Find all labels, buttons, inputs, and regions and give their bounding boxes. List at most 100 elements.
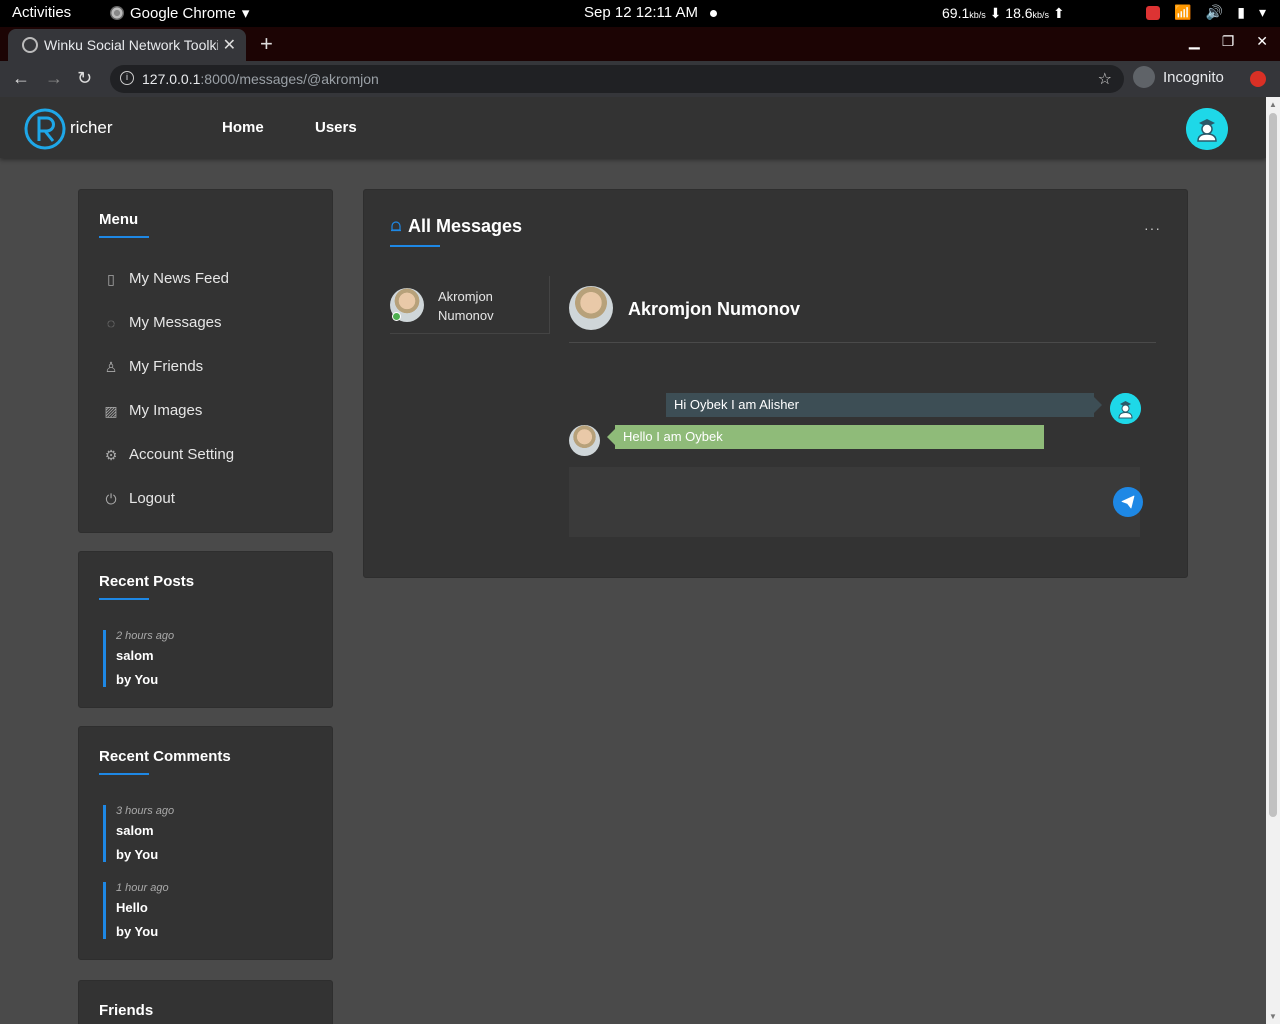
bell-icon (391, 221, 401, 232)
comment-time: 1 hour ago (116, 882, 169, 894)
site-info-icon[interactable]: i (120, 71, 134, 85)
download-unit: kb/s (969, 10, 986, 20)
menu-item-images[interactable]: ▨ My Images (103, 402, 202, 419)
clipboard-icon: ▯ (107, 270, 115, 287)
system-menu-caret-icon[interactable]: ▾ (1259, 4, 1266, 21)
power-icon: ⏻ (105, 490, 117, 507)
battery-icon: ▮ (1237, 4, 1245, 20)
site-header: richer Home Users (0, 97, 1266, 158)
conversation-item[interactable]: Akromjon Numonov (390, 276, 550, 334)
upload-unit: kb/s (1032, 10, 1050, 20)
recent-post-item[interactable]: 2 hours ago salom by You (103, 630, 283, 687)
friends-widget: Friends (78, 980, 333, 1024)
wifi-icon: 📶 (1174, 4, 1192, 20)
incognito-indicator[interactable]: Incognito (1133, 66, 1224, 88)
comment-title[interactable]: Hello (116, 900, 283, 915)
incoming-message: Hello I am Oybek (607, 425, 1044, 449)
incognito-icon (1133, 66, 1155, 88)
back-icon[interactable]: ← (12, 68, 30, 89)
minimize-icon[interactable]: ▁ (1189, 33, 1200, 50)
incognito-label: Incognito (1163, 68, 1224, 86)
tab-strip: Winku Social Network Toolkit ✕ + ▁ ❐ ✕ (0, 27, 1280, 61)
app-menu-label: Google Chrome (130, 4, 236, 22)
scrollbar-thumb[interactable] (1269, 113, 1277, 817)
menu-item-news-feed[interactable]: ▯ My News Feed (103, 270, 229, 287)
title-underline (99, 598, 149, 600)
partner-avatar (569, 425, 600, 456)
comment-title[interactable]: salom (116, 823, 283, 838)
tab-title: Winku Social Network Toolkit (44, 37, 218, 53)
message-input[interactable] (569, 467, 1140, 537)
upload-speed: 18.6 (1005, 5, 1033, 21)
os-top-bar: Activities Google Chrome ▾ Sep 12 12:11 … (0, 0, 1280, 27)
chrome-icon (110, 6, 124, 20)
tab-close-icon[interactable]: ✕ (223, 35, 236, 55)
extension-icon[interactable] (1250, 71, 1266, 87)
scroll-down-icon[interactable]: ▼ (1269, 1012, 1277, 1021)
nav-home[interactable]: Home (222, 119, 264, 136)
tray-app-icon[interactable] (1146, 5, 1161, 20)
volume-icon: 🔊 (1205, 4, 1224, 20)
messages-panel: All Messages ··· Akromjon Numonov Akromj… (363, 189, 1188, 578)
chat-icon: ◌ (106, 314, 116, 331)
menu-item-label: My Friends (129, 358, 204, 375)
url-text[interactable]: 127.0.0.1:8000/messages/@akromjon (142, 71, 379, 87)
more-options-icon[interactable]: ··· (1144, 220, 1161, 236)
system-tray[interactable]: 📶 🔊 ▮ ▾ (1146, 4, 1266, 21)
nav-users[interactable]: Users (315, 119, 357, 136)
recent-comment-item[interactable]: 3 hours ago salom by You (103, 805, 283, 862)
activities-button[interactable]: Activities (12, 4, 71, 21)
network-speed: 69.1kb/s ⬇ 18.6kb/s ⬆ (942, 5, 1065, 22)
restore-icon[interactable]: ❐ (1222, 33, 1235, 50)
recent-comment-item[interactable]: 1 hour ago Hello by You (103, 882, 283, 939)
url-path: :8000/messages/@akromjon (200, 71, 379, 87)
title-underline (390, 245, 440, 247)
url-host: 127.0.0.1 (142, 71, 201, 87)
browser-tab[interactable]: Winku Social Network Toolkit ✕ (8, 29, 246, 61)
menu-item-label: My News Feed (129, 270, 230, 287)
user-avatar[interactable] (1186, 108, 1228, 150)
menu-widget: Menu ▯ My News Feed ◌ My Messages ♙ My F… (78, 189, 333, 533)
send-button[interactable] (1113, 487, 1143, 517)
menu-item-label: Account Setting (129, 446, 235, 463)
upload-arrow-icon: ⬆ (1052, 5, 1065, 21)
clock[interactable]: Sep 12 12:11 AM (584, 4, 698, 21)
web-page: richer Home Users Menu ▯ My News Feed ◌ … (0, 97, 1266, 1024)
menu-item-friends[interactable]: ♙ My Friends (103, 358, 203, 375)
my-avatar (1110, 393, 1141, 424)
chat-partner-name: Akromjon Numonov (628, 299, 801, 319)
paper-plane-icon (1121, 495, 1135, 509)
gear-icon: ⚙ (104, 446, 118, 463)
brand-logo-icon[interactable] (24, 108, 66, 150)
comment-author: by You (116, 924, 159, 939)
post-time: 2 hours ago (116, 630, 175, 642)
menu-item-label: Logout (129, 490, 175, 507)
menu-title: Menu (99, 211, 139, 228)
messages-title: All Messages (408, 216, 523, 236)
chat-partner-avatar (569, 286, 613, 330)
comment-author: by You (116, 847, 159, 862)
scroll-up-icon[interactable]: ▲ (1269, 100, 1277, 109)
new-tab-button[interactable]: + (260, 31, 273, 57)
menu-item-account-setting[interactable]: ⚙ Account Setting (103, 446, 234, 463)
forward-icon[interactable]: → (45, 68, 63, 89)
caret-down-icon: ▾ (241, 5, 250, 22)
reload-icon[interactable]: ↻ (77, 68, 92, 89)
contact-name: Akromjon Numonov (438, 289, 494, 323)
browser-toolbar: ← → ↻ i 127.0.0.1:8000/messages/@akromjo… (0, 61, 1280, 97)
title-underline (99, 236, 149, 238)
brand-name[interactable]: richer (70, 118, 113, 138)
menu-item-messages[interactable]: ◌ My Messages (103, 314, 222, 331)
recent-comments-widget: Recent Comments 3 hours ago salom by You… (78, 726, 333, 960)
globe-icon (22, 37, 38, 53)
post-title[interactable]: salom (116, 648, 283, 663)
recent-posts-title: Recent Posts (99, 573, 195, 590)
menu-item-label: My Images (129, 402, 203, 419)
address-bar[interactable]: i 127.0.0.1:8000/messages/@akromjon ☆ (110, 65, 1124, 93)
menu-item-logout[interactable]: ⏻ Logout (103, 490, 175, 507)
page-scrollbar[interactable]: ▲ ▼ (1266, 97, 1280, 1024)
bookmark-star-icon[interactable]: ☆ (1098, 69, 1112, 89)
close-window-icon[interactable]: ✕ (1256, 33, 1268, 50)
online-status-icon (392, 312, 401, 321)
app-menu[interactable]: Google Chrome ▾ (110, 4, 249, 22)
